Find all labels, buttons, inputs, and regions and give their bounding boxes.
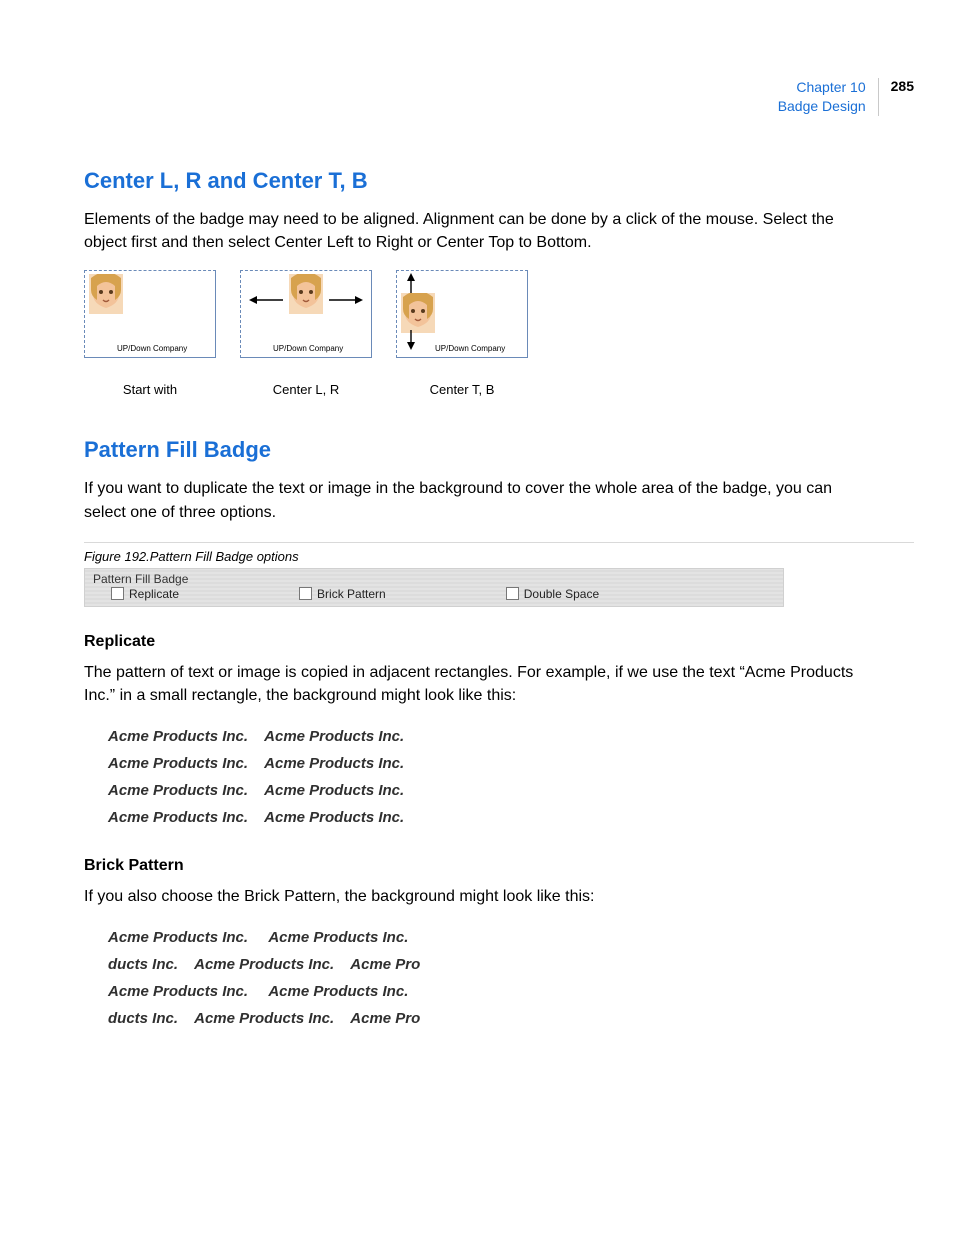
arrow-up-icon xyxy=(407,273,415,298)
checkbox-brick-pattern[interactable]: Brick Pattern xyxy=(299,587,386,601)
avatar-photo xyxy=(89,274,123,314)
checkbox-replicate[interactable]: Replicate xyxy=(111,587,179,601)
checkbox-box-icon xyxy=(111,587,124,600)
pattern-row: Acme Products Inc. Acme Products Inc. xyxy=(108,723,914,750)
section-label: Badge Design xyxy=(778,97,866,116)
running-header-text: Chapter 10 Badge Design xyxy=(778,78,879,116)
page-number: 285 xyxy=(879,78,914,94)
paragraph-pattern-fill: If you want to duplicate the text or ima… xyxy=(84,477,874,523)
checkbox-label: Double Space xyxy=(524,587,599,601)
pattern-fill-options-panel: Pattern Fill Badge Replicate Brick Patte… xyxy=(84,568,784,607)
badge-company-text: UP/Down Company xyxy=(273,344,343,353)
pattern-row: Acme Products Inc. Acme Products Inc. xyxy=(108,978,914,1005)
chapter-label: Chapter 10 xyxy=(778,78,866,97)
checkbox-box-icon xyxy=(299,587,312,600)
arrow-right-icon xyxy=(329,291,363,309)
running-header: Chapter 10 Badge Design 285 xyxy=(778,78,914,116)
heading-pattern-fill: Pattern Fill Badge xyxy=(84,437,914,463)
paragraph-replicate: The pattern of text or image is copied i… xyxy=(84,661,874,707)
badge-example-center-lr: UP/Down Company Center L, R xyxy=(240,270,372,397)
checkbox-double-space[interactable]: Double Space xyxy=(506,587,599,601)
heading-replicate: Replicate xyxy=(84,633,914,651)
badge-example-start: UP/Down Company Start with xyxy=(84,270,216,397)
checkbox-box-icon xyxy=(506,587,519,600)
badge-canvas: UP/Down Company xyxy=(396,270,528,358)
figure-alignment-examples: UP/Down Company Start with UP/Down Compa… xyxy=(84,270,914,397)
avatar-photo xyxy=(401,293,435,333)
checkbox-label: Brick Pattern xyxy=(317,587,386,601)
avatar-photo xyxy=(289,274,323,314)
badge-caption-center-lr: Center L, R xyxy=(273,382,339,397)
page: Chapter 10 Badge Design 285 Center L, R … xyxy=(0,0,954,1235)
pattern-row: Acme Products Inc. Acme Products Inc. xyxy=(108,777,914,804)
badge-company-text: UP/Down Company xyxy=(435,344,505,353)
pattern-row: Acme Products Inc. Acme Products Inc. xyxy=(108,750,914,777)
badge-canvas: UP/Down Company xyxy=(240,270,372,358)
arrow-down-icon xyxy=(407,330,415,355)
divider xyxy=(84,542,914,543)
brick-example: Acme Products Inc. Acme Products Inc. du… xyxy=(108,924,914,1032)
checkbox-label: Replicate xyxy=(129,587,179,601)
badge-company-text: UP/Down Company xyxy=(117,344,187,353)
badge-example-center-tb: UP/Down Company Center T, B xyxy=(396,270,528,397)
replicate-example: Acme Products Inc. Acme Products Inc. Ac… xyxy=(108,723,914,831)
pattern-row: ducts Inc. Acme Products Inc. Acme Pro xyxy=(108,951,914,978)
pattern-row: Acme Products Inc. Acme Products Inc. xyxy=(108,924,914,951)
options-row: Replicate Brick Pattern Double Space xyxy=(93,587,777,601)
badge-caption-center-tb: Center T, B xyxy=(430,382,495,397)
pattern-row: Acme Products Inc. Acme Products Inc. xyxy=(108,804,914,831)
badge-caption-start: Start with xyxy=(123,382,177,397)
paragraph-center-align: Elements of the badge may need to be ali… xyxy=(84,208,874,254)
arrow-left-icon xyxy=(249,291,283,309)
badge-canvas: UP/Down Company xyxy=(84,270,216,358)
pattern-row: ducts Inc. Acme Products Inc. Acme Pro xyxy=(108,1005,914,1032)
paragraph-brick: If you also choose the Brick Pattern, th… xyxy=(84,885,874,908)
heading-brick-pattern: Brick Pattern xyxy=(84,857,914,875)
figure-caption-pattern: Figure 192.Pattern Fill Badge options xyxy=(84,549,914,564)
heading-center-lr-tb: Center L, R and Center T, B xyxy=(84,168,914,194)
group-title: Pattern Fill Badge xyxy=(93,572,777,586)
